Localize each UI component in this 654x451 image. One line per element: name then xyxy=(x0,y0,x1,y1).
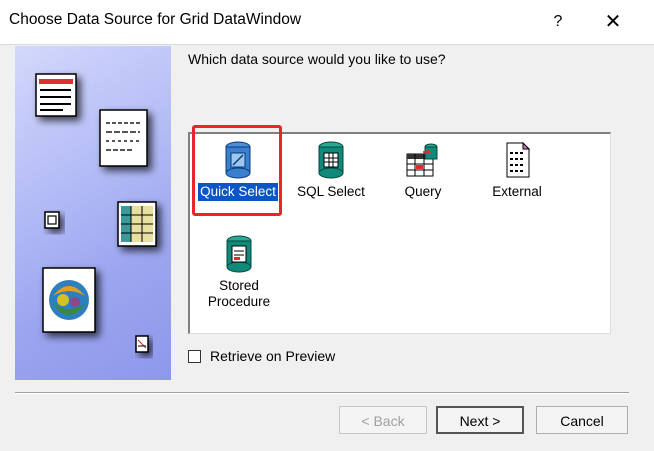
stored-procedure-database-icon xyxy=(226,235,252,273)
window-title: Choose Data Source for Grid DataWindow xyxy=(9,11,302,28)
sql-select-label: SQL Select xyxy=(297,184,365,199)
retrieve-on-preview-checkbox[interactable] xyxy=(188,350,201,363)
data-source-external[interactable]: External xyxy=(474,140,560,201)
cancel-button[interactable]: Cancel xyxy=(536,406,628,434)
selection-annotation-box xyxy=(192,125,282,216)
next-button[interactable]: Next > xyxy=(436,406,524,434)
data-source-stored-procedure[interactable]: Stored Procedure xyxy=(196,234,282,311)
button-divider xyxy=(15,392,629,394)
small-window-icon xyxy=(44,211,60,229)
report-document-icon xyxy=(35,73,77,117)
query-grid-icon xyxy=(406,143,438,177)
wizard-side-graphic xyxy=(15,46,171,380)
data-source-sql-select[interactable]: SQL Select xyxy=(288,140,374,201)
small-document-icon xyxy=(135,335,149,353)
sql-select-database-icon xyxy=(318,141,344,179)
data-source-query[interactable]: Query xyxy=(380,140,466,201)
external-label: External xyxy=(492,184,542,199)
side-graphic-art xyxy=(35,73,157,353)
powerbuilder-logo-icon xyxy=(42,267,96,333)
help-button[interactable]: ? xyxy=(546,10,570,34)
text-document-icon xyxy=(99,109,148,167)
data-source-question: Which data source would you like to use? xyxy=(188,51,446,67)
spreadsheet-grid-icon xyxy=(117,201,157,247)
close-button[interactable]: ✕ xyxy=(600,9,626,35)
title-divider xyxy=(0,44,654,45)
title-bar[interactable]: Choose Data Source for Grid DataWindow ?… xyxy=(0,0,654,44)
query-label: Query xyxy=(404,184,442,199)
stored-procedure-label: Stored Procedure xyxy=(207,278,271,309)
back-button[interactable]: < Back xyxy=(339,406,427,434)
external-document-icon xyxy=(506,141,531,178)
retrieve-on-preview-label: Retrieve on Preview xyxy=(210,348,336,364)
dialog-window: Choose Data Source for Grid DataWindow ?… xyxy=(0,0,654,451)
